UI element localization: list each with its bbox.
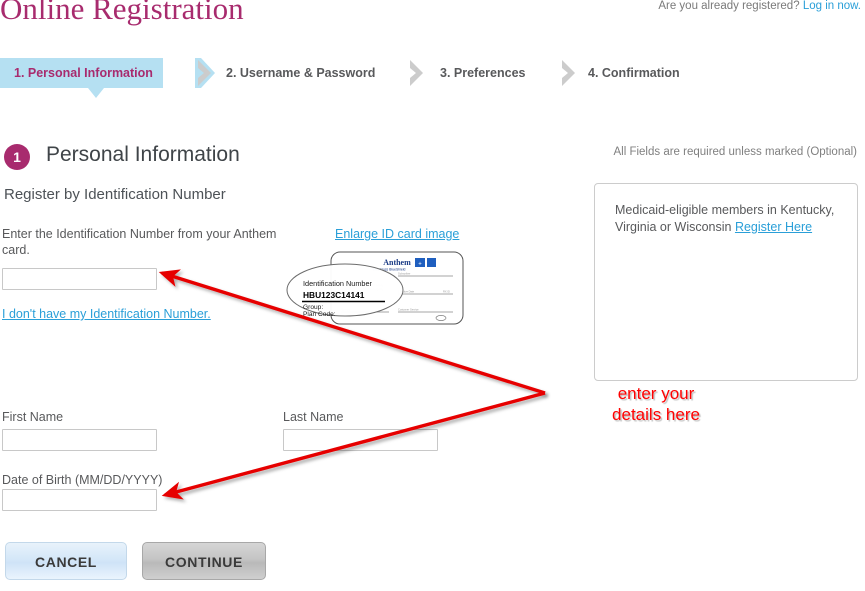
tab-preferences[interactable]: 3. Preferences — [440, 58, 525, 88]
svg-text:Plan Code:: Plan Code: — [303, 311, 336, 318]
svg-text:HBU123C14141: HBU123C14141 — [303, 290, 365, 300]
register-here-link[interactable]: Register Here — [735, 220, 812, 234]
subsection-title: Register by Identification Number — [4, 186, 226, 203]
medicaid-info-panel: Medicaid-eligible members in Kentucky, V… — [594, 183, 858, 381]
chevron-right-icon-2 — [408, 59, 430, 87]
annotation-label: enter your details here — [612, 384, 700, 424]
step-number-badge: 1 — [4, 144, 30, 170]
svg-text:RX ID: RX ID — [443, 290, 450, 294]
svg-text:Subscriber: Subscriber — [398, 272, 411, 276]
chevron-right-icon-1 — [196, 59, 218, 87]
enlarge-id-card-image-link[interactable]: Enlarge ID card image — [335, 227, 459, 241]
last-name-input[interactable] — [283, 429, 438, 451]
log-in-now-link[interactable]: Log in now. — [803, 0, 861, 12]
tab-username-password-label: 2. Username & Password — [226, 66, 376, 80]
svg-text:Group:: Group: — [303, 304, 323, 311]
no-identification-number-link[interactable]: I don't have my Identification Number. — [2, 307, 211, 321]
last-name-label: Last Name — [283, 410, 344, 424]
active-tab-pointer-icon — [88, 88, 104, 98]
tab-username-password[interactable]: 2. Username & Password — [226, 58, 375, 88]
medicaid-info-text: Medicaid-eligible members in Kentucky, V… — [615, 202, 837, 236]
first-name-input[interactable] — [2, 429, 157, 451]
required-fields-note: All Fields are required unless marked (O… — [613, 146, 857, 158]
first-name-label: First Name — [2, 410, 64, 424]
svg-text:+: + — [418, 261, 422, 267]
cancel-button[interactable]: CANCEL — [5, 542, 127, 580]
page-title: Online Registration — [0, 0, 244, 26]
tab-confirmation[interactable]: 4. Confirmation — [588, 58, 680, 88]
date-of-birth-label: Date of Birth (MM/DD/YYYY) — [2, 473, 163, 487]
tab-personal-information-label: 1. Personal Information — [14, 66, 153, 80]
login-prompt-text: Are you already registered? — [658, 0, 800, 12]
svg-text:Identification Number: Identification Number — [303, 279, 373, 288]
tab-personal-information[interactable]: 1. Personal Information — [0, 58, 163, 88]
identification-number-input[interactable] — [2, 268, 157, 290]
section-title: Personal Information — [46, 143, 240, 166]
tab-confirmation-label: 4. Confirmation — [588, 66, 680, 80]
tab-preferences-label: 3. Preferences — [440, 66, 526, 80]
id-card-illustration[interactable]: Anthem BlueCross BlueShield + Subscriber… — [285, 248, 475, 330]
id-number-instruction: Enter the Identification Number from you… — [2, 227, 277, 257]
chevron-right-icon-3 — [560, 59, 582, 87]
continue-button[interactable]: CONTINUE — [142, 542, 266, 580]
login-prompt-line: Are you already registered? Log in now. — [658, 0, 861, 12]
svg-text:Customer Service: Customer Service — [398, 308, 419, 312]
date-of-birth-input[interactable] — [2, 489, 157, 511]
registration-steps: 1. Personal Information 2. Username & Pa… — [0, 58, 865, 98]
svg-text:Anthem: Anthem — [383, 258, 411, 267]
